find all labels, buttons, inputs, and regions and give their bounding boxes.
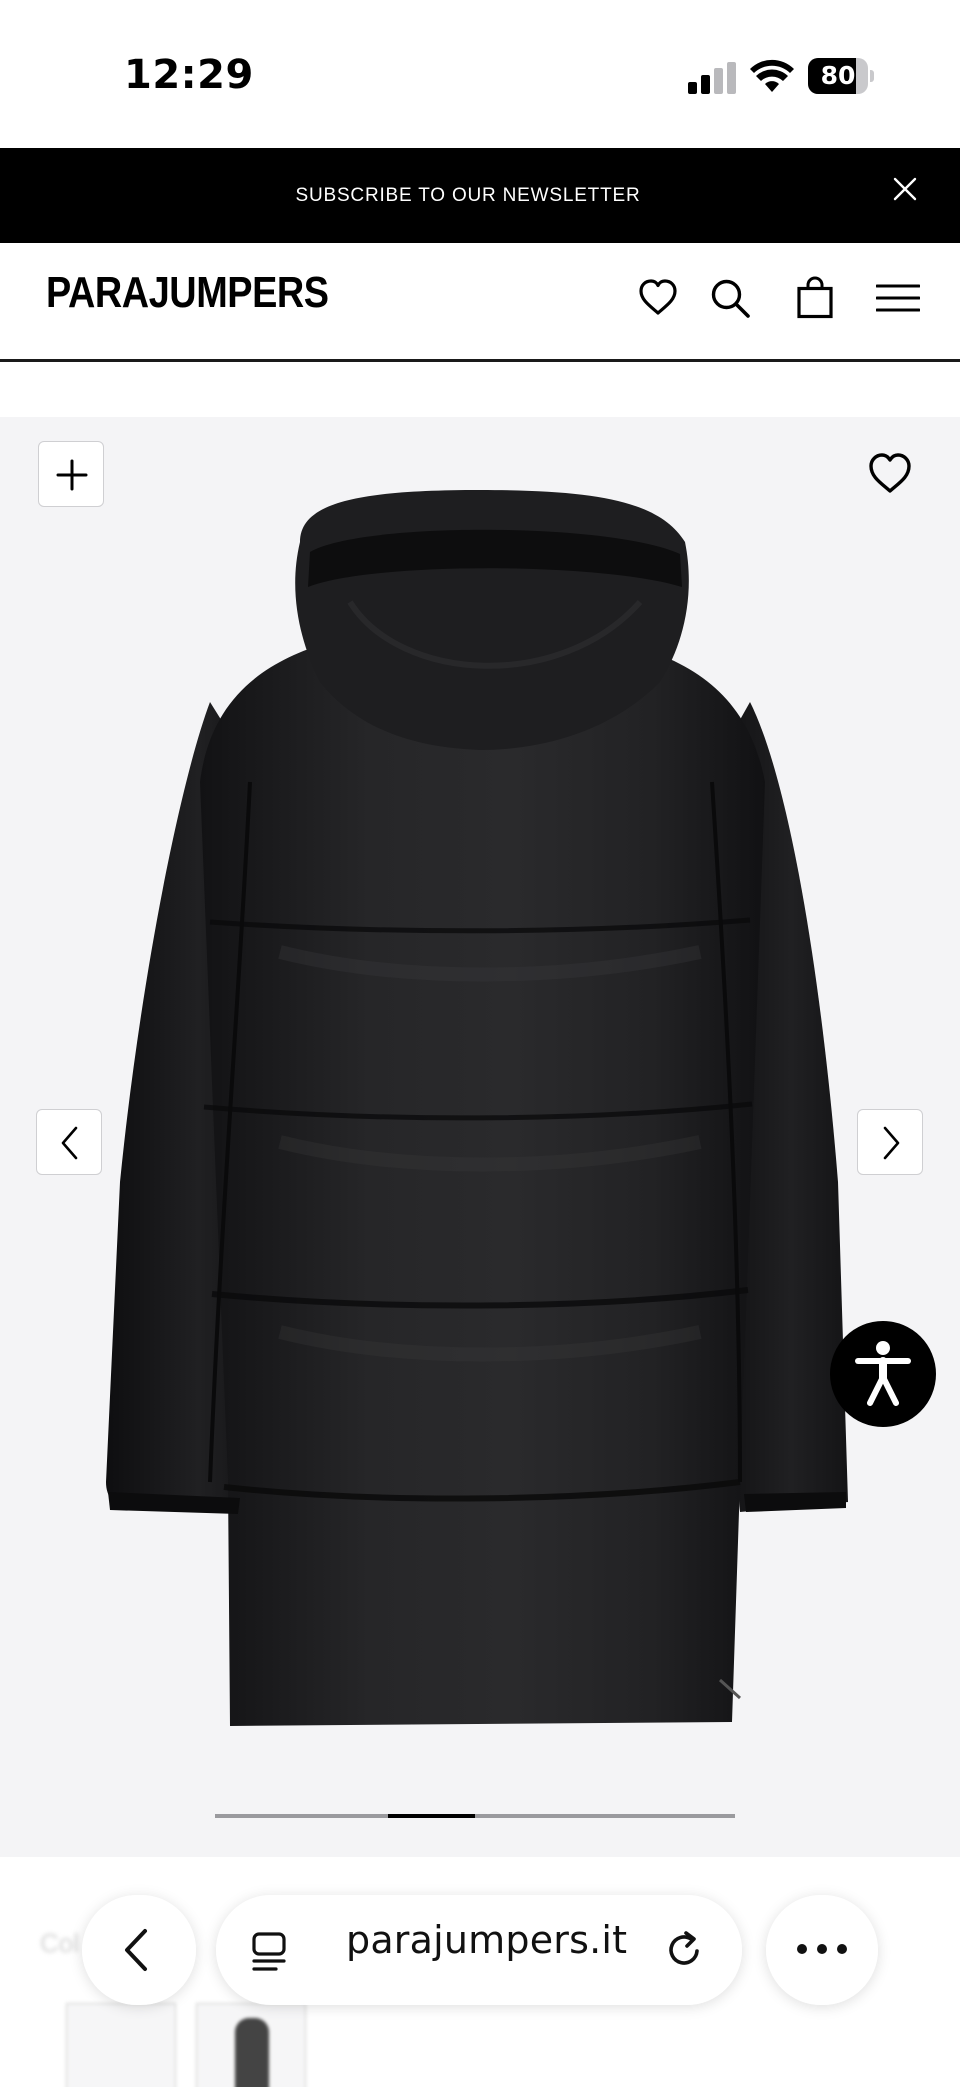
zoom-button[interactable] xyxy=(38,441,104,507)
url-text[interactable]: parajumpers.it xyxy=(346,1918,627,1962)
signal-icon xyxy=(688,62,736,94)
chevron-right-icon xyxy=(883,1126,900,1160)
plus-icon xyxy=(56,459,88,491)
newsletter-link[interactable]: SUBSCRIBE TO OUR NEWSLETTER xyxy=(0,148,936,243)
chevron-left-icon xyxy=(61,1126,78,1160)
close-icon[interactable] xyxy=(892,176,918,202)
more-icon xyxy=(797,1944,847,1954)
gallery-progress-indicator xyxy=(388,1814,475,1818)
previous-image-button[interactable] xyxy=(36,1109,102,1175)
status-bar: 12:29 80 xyxy=(0,0,960,148)
wishlist-heart-icon[interactable] xyxy=(866,450,914,498)
shopping-bag-icon[interactable] xyxy=(793,276,837,320)
product-image[interactable] xyxy=(100,482,860,1732)
battery-icon: 80 xyxy=(808,58,874,94)
brand-logo[interactable]: PARAJUMPERS xyxy=(46,268,329,318)
color-swatch-thumbnail[interactable] xyxy=(66,2003,176,2087)
color-swatch-thumbnail[interactable] xyxy=(196,2003,306,2087)
gallery-progress xyxy=(215,1814,735,1818)
chevron-left-icon xyxy=(125,1929,147,1971)
browser-back-button[interactable] xyxy=(82,1895,196,2005)
search-icon[interactable] xyxy=(708,276,752,320)
reload-icon[interactable] xyxy=(664,1929,706,1971)
menu-icon[interactable] xyxy=(876,276,920,320)
status-time: 12:29 xyxy=(124,52,254,98)
wifi-icon xyxy=(750,59,794,92)
battery-percent: 80 xyxy=(820,61,856,90)
newsletter-banner[interactable]: SUBSCRIBE TO OUR NEWSLETTER xyxy=(0,148,960,243)
browser-more-button[interactable] xyxy=(766,1895,878,2005)
tabs-icon[interactable] xyxy=(250,1931,288,1973)
accessibility-button[interactable] xyxy=(830,1321,936,1427)
next-image-button[interactable] xyxy=(857,1109,923,1175)
heart-icon[interactable] xyxy=(636,276,680,320)
accessibility-icon xyxy=(855,1341,911,1406)
